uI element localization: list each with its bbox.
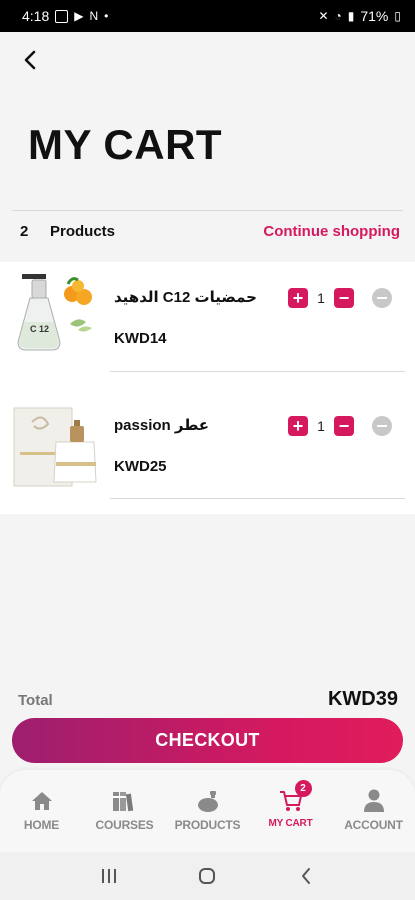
remove-item-button[interactable] — [372, 416, 392, 436]
product-price: KWD25 — [114, 458, 167, 475]
product-image: C 12 — [12, 272, 102, 362]
remove-item-button[interactable] — [372, 288, 392, 308]
status-time: 4:18 — [22, 8, 50, 24]
status-bar: 4:18 ▶ N • ✕ ◔ ▮ 71% ▯ — [0, 0, 415, 32]
cart-summary: 2 Products Continue shopping — [20, 220, 400, 242]
tab-label: PRODUCTS — [174, 818, 241, 832]
tab-home[interactable]: HOME — [0, 788, 83, 836]
total-value: KWD39 — [327, 688, 398, 710]
signal-icon: ▮ — [347, 9, 355, 23]
page-title: MY CART — [28, 121, 223, 168]
tab-account[interactable]: ACCOUNT — [332, 788, 415, 836]
tab-label: HOME — [23, 818, 60, 832]
increase-quantity-button[interactable]: + — [288, 288, 308, 308]
tab-products[interactable]: PRODUCTS — [166, 788, 249, 836]
minus-icon — [377, 297, 387, 299]
tab-label: COURSES — [95, 818, 154, 832]
books-icon — [111, 788, 139, 814]
divider — [12, 210, 403, 211]
bottom-tab-bar: HOME COURSES PRODUCTS 2 MY CART ACCOUNT — [0, 770, 415, 852]
cart-item: passion عطر KWD25 + 1 − — [0, 388, 415, 514]
divider — [110, 498, 405, 499]
tab-my-cart[interactable]: 2 MY CART — [249, 780, 332, 836]
home-circle-icon — [199, 868, 216, 884]
cart-badge: 2 — [294, 780, 312, 797]
tab-courses[interactable]: COURSES — [83, 788, 166, 836]
divider — [110, 371, 405, 372]
app-notification-icon: N — [89, 9, 99, 23]
recent-apps-icon — [102, 869, 117, 883]
quantity-stepper: + 1 − — [288, 416, 354, 436]
notification-icon — [55, 9, 69, 23]
tab-label: MY CART — [268, 818, 313, 829]
system-navigation-bar — [0, 852, 415, 900]
mute-icon: ✕ — [318, 9, 329, 23]
product-count: 2 — [20, 222, 29, 240]
product-name: الدهيد C12 حمضيات — [114, 289, 257, 306]
chevron-left-icon — [24, 50, 36, 70]
back-nav-button[interactable] — [286, 861, 326, 891]
product-image — [12, 402, 102, 492]
battery-level: 71% — [360, 8, 389, 24]
svg-text:C 12: C 12 — [30, 324, 49, 334]
home-icon — [28, 788, 56, 814]
battery-icon: ▯ — [394, 9, 401, 23]
total-label: Total — [18, 692, 53, 709]
quantity-stepper: + 1 − — [288, 288, 354, 308]
home-nav-button[interactable] — [187, 861, 227, 891]
cart-icon: 2 — [277, 780, 312, 814]
recent-apps-button[interactable] — [89, 861, 129, 891]
cart-item: C 12 الدهيد C12 حمضيات KWD14 + 1 − — [0, 262, 415, 388]
more-notifications-icon: • — [104, 9, 109, 23]
increase-quantity-button[interactable]: + — [288, 416, 308, 436]
continue-shopping-link[interactable]: Continue shopping — [263, 223, 400, 240]
back-button[interactable] — [18, 46, 42, 74]
tab-label: ACCOUNT — [344, 818, 403, 832]
cart-list: C 12 الدهيد C12 حمضيات KWD14 + 1 − passi… — [0, 262, 415, 514]
quantity-value: 1 — [317, 418, 325, 434]
youtube-icon: ▶ — [74, 9, 84, 23]
decrease-quantity-button[interactable]: − — [334, 416, 354, 436]
decrease-quantity-button[interactable]: − — [334, 288, 354, 308]
checkout-button[interactable]: CHECKOUT — [12, 718, 403, 763]
quantity-value: 1 — [317, 290, 325, 306]
product-count-label: Products — [50, 222, 116, 240]
product-price: KWD14 — [114, 330, 167, 347]
user-icon — [360, 788, 388, 814]
product-name: passion عطر — [114, 417, 210, 434]
minus-icon — [377, 425, 387, 427]
back-arrow-icon — [301, 868, 310, 884]
perfume-bottle-icon — [194, 788, 222, 814]
wifi-icon: ◔ — [334, 9, 342, 23]
